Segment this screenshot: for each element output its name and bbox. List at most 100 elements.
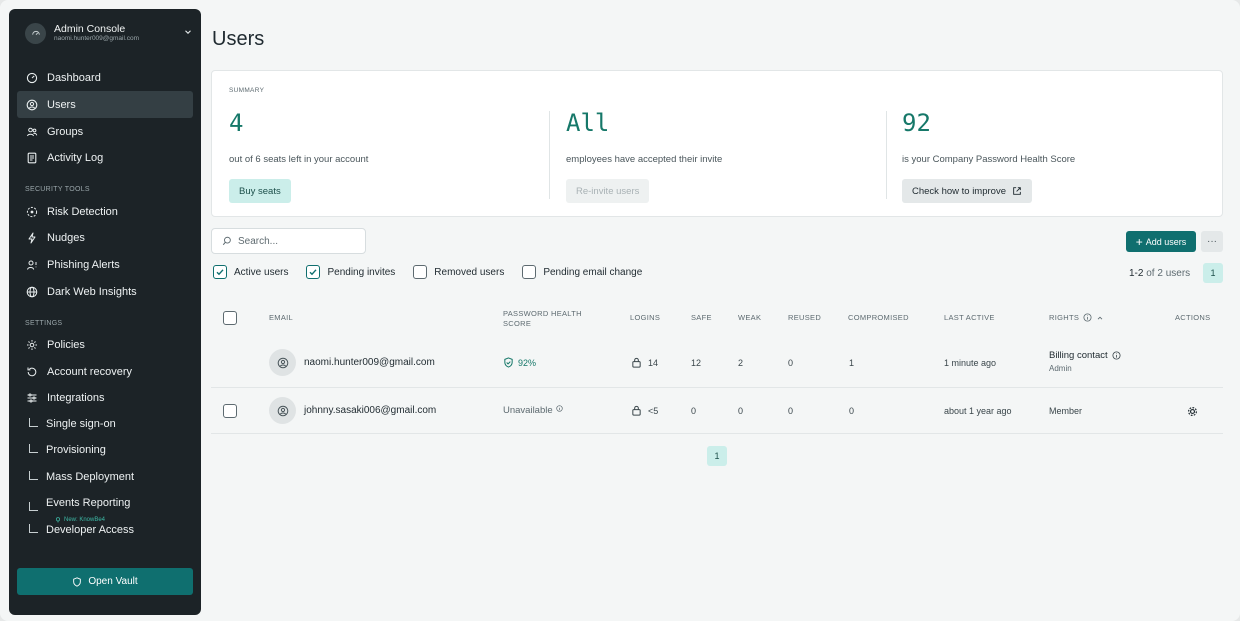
search-field[interactable] (211, 228, 366, 254)
billing-contact-label: Billing contact (1049, 350, 1121, 361)
checkbox[interactable] (522, 265, 537, 279)
col-header-rights[interactable]: RIGHTS (1049, 313, 1104, 323)
account-avatar (25, 22, 46, 44)
reinvite-users-button[interactable]: Re-invite users (566, 179, 650, 203)
sidebar-item-policies[interactable]: Policies (17, 331, 193, 358)
health-stat: 92 is your Company Password Health Score… (902, 111, 1076, 203)
search-icon (222, 236, 231, 246)
filter-label: Pending email change (543, 266, 643, 278)
sidebar-item-dashboard[interactable]: Dashboard (17, 64, 193, 91)
sidebar-item-label: Dark Web Insights (47, 285, 137, 298)
gear-icon[interactable] (1186, 405, 1199, 418)
checkbox-checked[interactable] (213, 265, 227, 279)
sidebar-item-activity-log[interactable]: Activity Log (17, 144, 193, 171)
col-header-weak[interactable]: WEAK (738, 313, 761, 323)
sidebar-item-label: Provisioning (46, 444, 106, 456)
filter-pending-email-change[interactable]: Pending email change (522, 265, 642, 279)
checkbox[interactable] (413, 265, 428, 279)
tree-hook-icon (29, 524, 38, 533)
sidebar-subitem-single-sign-on[interactable]: Single sign-on (29, 418, 116, 430)
sidebar-item-account-recovery[interactable]: Account recovery (17, 358, 193, 385)
col-header-email[interactable]: EMAIL (269, 313, 293, 323)
col-header-reused[interactable]: REUSED (788, 313, 821, 323)
sidebar-subitem-developer-access[interactable]: Developer Access (29, 524, 134, 536)
reused-count: 0 (788, 406, 794, 416)
more-options-button[interactable]: ··· (1201, 231, 1223, 252)
gauge-icon (31, 30, 40, 36)
sidebar-subitem-events-reporting[interactable]: Events Reporting (29, 494, 130, 511)
tree-hook-icon (29, 502, 38, 511)
compromised-count: 1 (849, 358, 855, 368)
logins-value: 14 (648, 357, 659, 368)
sidebar-item-groups[interactable]: Groups (17, 118, 193, 145)
add-users-button[interactable]: + Add users (1126, 231, 1196, 252)
lock-icon (632, 357, 641, 368)
user-email: naomi.hunter009@gmail.com (304, 357, 435, 368)
health-score-description: is your Company Password Health Score (902, 154, 1076, 165)
tree-hook-icon (29, 471, 38, 480)
user-avatar (269, 397, 296, 424)
col-header-password-health[interactable]: PASSWORD HEALTH SCORE (503, 309, 582, 329)
col-header-logins[interactable]: LOGINS (630, 313, 660, 323)
user-circle-icon (277, 357, 288, 368)
sidebar-item-label: Single sign-on (46, 418, 116, 430)
open-vault-button[interactable]: Open Vault (17, 568, 193, 595)
tree-hook-icon (29, 418, 38, 427)
buy-seats-button[interactable]: Buy seats (229, 179, 291, 203)
sidebar-item-label: Phishing Alerts (47, 258, 120, 271)
health-score-text: Unavailable (503, 405, 553, 416)
filter-removed-users[interactable]: Removed users (413, 265, 504, 279)
invites-stat: All employees have accepted their invite… (566, 111, 722, 203)
safe-count: 12 (691, 358, 702, 368)
filter-pending-invites[interactable]: Pending invites (306, 265, 395, 279)
new-badge: New: KnowBe4 (55, 517, 105, 523)
table-row: naomi.hunter009@gmail.com 92% 14 12 2 0 … (211, 340, 1223, 387)
gear-icon (25, 338, 39, 352)
sidebar-item-phishing-alerts[interactable]: Phishing Alerts (17, 251, 193, 278)
col-header-line: PASSWORD HEALTH (503, 309, 582, 318)
info-icon (1083, 313, 1092, 322)
sidebar-item-label: Policies (47, 338, 85, 351)
sidebar-item-label: Events Reporting (46, 496, 131, 509)
sidebar-item-dark-web-insights[interactable]: Dark Web Insights (17, 278, 193, 305)
summary-label: SUMMARY (229, 87, 265, 94)
chevron-down-icon[interactable] (183, 27, 193, 37)
checkbox-checked[interactable] (306, 265, 321, 279)
info-icon[interactable] (1112, 351, 1121, 360)
health-score-text: 92% (518, 357, 537, 368)
sidebar-item-nudges[interactable]: Nudges (17, 224, 193, 251)
logins-count: 14 (631, 357, 658, 368)
sidebar-subitem-mass-deployment[interactable]: Mass Deployment (29, 471, 134, 483)
sidebar-subitem-provisioning[interactable]: Provisioning (29, 444, 106, 456)
logins-count: <5 (631, 405, 658, 416)
row-checkbox[interactable] (223, 404, 237, 418)
account-email: naomi.hunter009@gmail.com (54, 35, 140, 42)
tree-hook-icon (29, 444, 38, 453)
sidebar-item-risk-detection[interactable]: Risk Detection (17, 198, 193, 225)
divider (549, 111, 550, 199)
sidebar-item-users[interactable]: Users (17, 91, 193, 118)
col-header-compromised[interactable]: COMPROMISED (848, 313, 909, 323)
sidebar-item-label: Integrations (47, 391, 105, 404)
recovery-icon (25, 365, 39, 379)
weak-count: 0 (738, 406, 744, 416)
account-switcher[interactable]: Admin Console naomi.hunter009@gmail.com (17, 19, 193, 47)
password-health-score: 92% (503, 357, 536, 368)
app-window: Admin Console naomi.hunter009@gmail.com … (0, 0, 1240, 621)
check-how-to-improve-button[interactable]: Check how to improve (902, 179, 1032, 203)
filter-label: Active users (234, 266, 289, 278)
search-input[interactable] (238, 235, 358, 247)
select-all-checkbox[interactable] (223, 311, 237, 325)
page-title: Users (212, 28, 265, 50)
page-button-top[interactable]: 1 (1203, 263, 1223, 283)
col-header-last-active[interactable]: LAST ACTIVE (944, 313, 995, 323)
col-header-safe[interactable]: SAFE (691, 313, 712, 323)
filter-active-users[interactable]: Active users (213, 265, 288, 279)
info-icon[interactable] (556, 405, 563, 412)
log-icon (25, 151, 39, 165)
filter-bar: Active users Pending invites Removed use… (213, 265, 660, 279)
sidebar-item-label: Groups (47, 125, 84, 138)
page-button-bottom[interactable]: 1 (707, 446, 727, 466)
sidebar-item-integrations[interactable]: Integrations (17, 384, 193, 411)
rights-text: Member (1049, 406, 1083, 416)
